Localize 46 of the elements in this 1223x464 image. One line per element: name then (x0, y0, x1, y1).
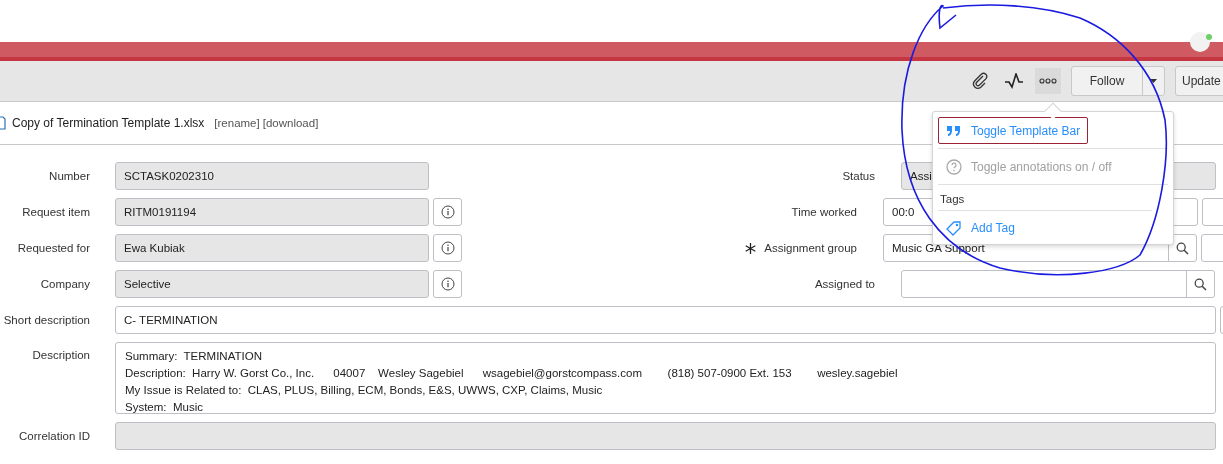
description-line: System: Music (125, 400, 204, 415)
avatar-icon[interactable] (1190, 32, 1210, 52)
attachment-link[interactable]: [download] (262, 117, 319, 129)
field-label: Assigned to (814, 278, 875, 290)
activity-icon[interactable] (1004, 73, 1024, 89)
field-label: Requested for (17, 242, 90, 254)
info-icon (440, 241, 455, 255)
read-only-field: RITM0191194 (115, 198, 429, 226)
info-button[interactable] (433, 198, 462, 226)
quote-icon (946, 124, 962, 137)
field-label: Assignment group (764, 242, 857, 254)
update-button[interactable]: Update (1175, 66, 1223, 96)
search-button[interactable] (1186, 270, 1215, 298)
info-button[interactable] (433, 234, 462, 262)
field-label: Number (49, 170, 90, 182)
input-field[interactable] (901, 270, 1187, 298)
paperclip-icon[interactable] (971, 72, 989, 90)
more-options-button[interactable] (1035, 68, 1061, 94)
read-only-field: SCTASK0202310 (115, 162, 429, 190)
help-icon (946, 158, 962, 175)
description-field[interactable] (115, 342, 1216, 414)
field-label: Short description (3, 314, 90, 326)
field-label: Correlation ID (19, 430, 90, 442)
info-icon (440, 277, 455, 291)
caret-icon (1150, 79, 1157, 83)
description-line: Description: Harry W. Gorst Co., Inc. 04007 Wesley Sagebiel wsagebiel@gorstcompass.com (818) 507-0900 Ext. 153 wesley.sagebiel (125, 366, 899, 381)
field-label: Time worked (791, 206, 857, 218)
info-button[interactable] (433, 270, 462, 298)
field-label: Description (32, 348, 90, 361)
read-only-field: Ewa Kubiak (115, 234, 429, 262)
tag-icon (946, 219, 962, 236)
field-label: Request item (22, 206, 90, 218)
search-icon (1194, 277, 1207, 291)
description-line: Summary: TERMINATION (125, 349, 263, 364)
attachment-link[interactable]: [rename] (214, 117, 260, 129)
more-icon (1039, 78, 1057, 84)
input-field[interactable]: C- TERMINATION (115, 306, 1216, 334)
search-button[interactable] (1168, 234, 1197, 262)
search-icon (1176, 241, 1189, 255)
field-label: Company (40, 278, 90, 290)
tags-heading: Tags (939, 192, 966, 207)
field-label: Status (842, 170, 875, 182)
info-icon (440, 205, 455, 219)
file-name: Copy of Termination Template 1.xlsx (12, 116, 205, 130)
read-only-field: Selective (115, 270, 429, 298)
description-line: My Issue is Related to: CLAS, PLUS, Billing, ECM, Bonds, E&S, UWWS, CXP, Claims, Music (125, 383, 604, 398)
